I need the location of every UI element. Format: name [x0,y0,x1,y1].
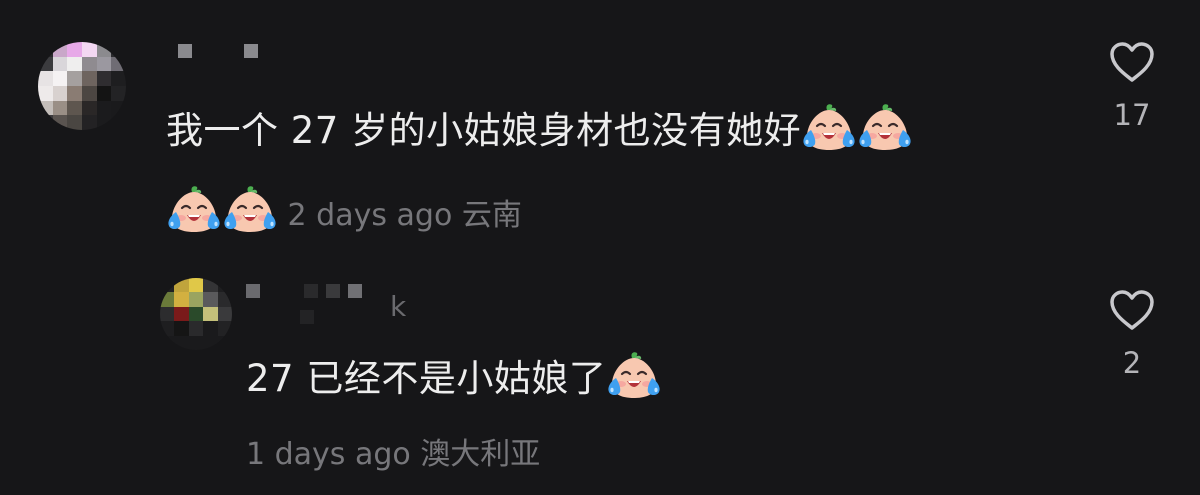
like-button[interactable]: 2 [1102,288,1162,380]
reply-body: 27 已经不是小姑娘了 [246,357,607,400]
loudly-crying-face-icon [801,102,857,152]
comment-text: 我一个 27 岁的小姑娘身材也没有她好 [166,102,913,156]
username-pixel [304,284,318,298]
reply-location: 澳大利亚 [420,437,541,472]
comment-thread: 我一个 27 岁的小姑娘身材也没有她好 2 days ago 云南 17 k 2… [0,0,1200,495]
avatar[interactable] [38,42,126,130]
loudly-crying-face-icon [606,350,662,400]
username-pixel [348,284,362,298]
comment-location: 云南 [461,198,522,233]
heart-outline-icon[interactable] [1108,288,1156,332]
comment-meta: 2 days ago 云南 [166,184,522,236]
reply-time: 1 days ago [246,437,411,472]
like-count: 2 [1122,346,1142,380]
like-button[interactable]: 17 [1102,40,1162,132]
comment-body: 我一个 27 岁的小姑娘身材也没有她好 [166,109,802,152]
like-count: 17 [1113,98,1151,132]
loudly-crying-face-icon [222,184,278,234]
comment-time: 2 days ago [287,198,453,233]
username-pixel [326,284,340,298]
username-fragment: k [390,290,407,323]
username-pixel [178,44,192,58]
username-pixel [244,44,258,58]
username-pixel [246,284,260,298]
reply-meta: 1 days ago 澳大利亚 [246,435,540,475]
loudly-crying-face-icon [857,102,913,152]
reply-text: 27 已经不是小姑娘了 [246,350,662,404]
heart-outline-icon[interactable] [1108,40,1156,84]
loudly-crying-face-icon [166,184,222,234]
username-pixel [300,310,314,324]
avatar[interactable] [160,278,232,350]
